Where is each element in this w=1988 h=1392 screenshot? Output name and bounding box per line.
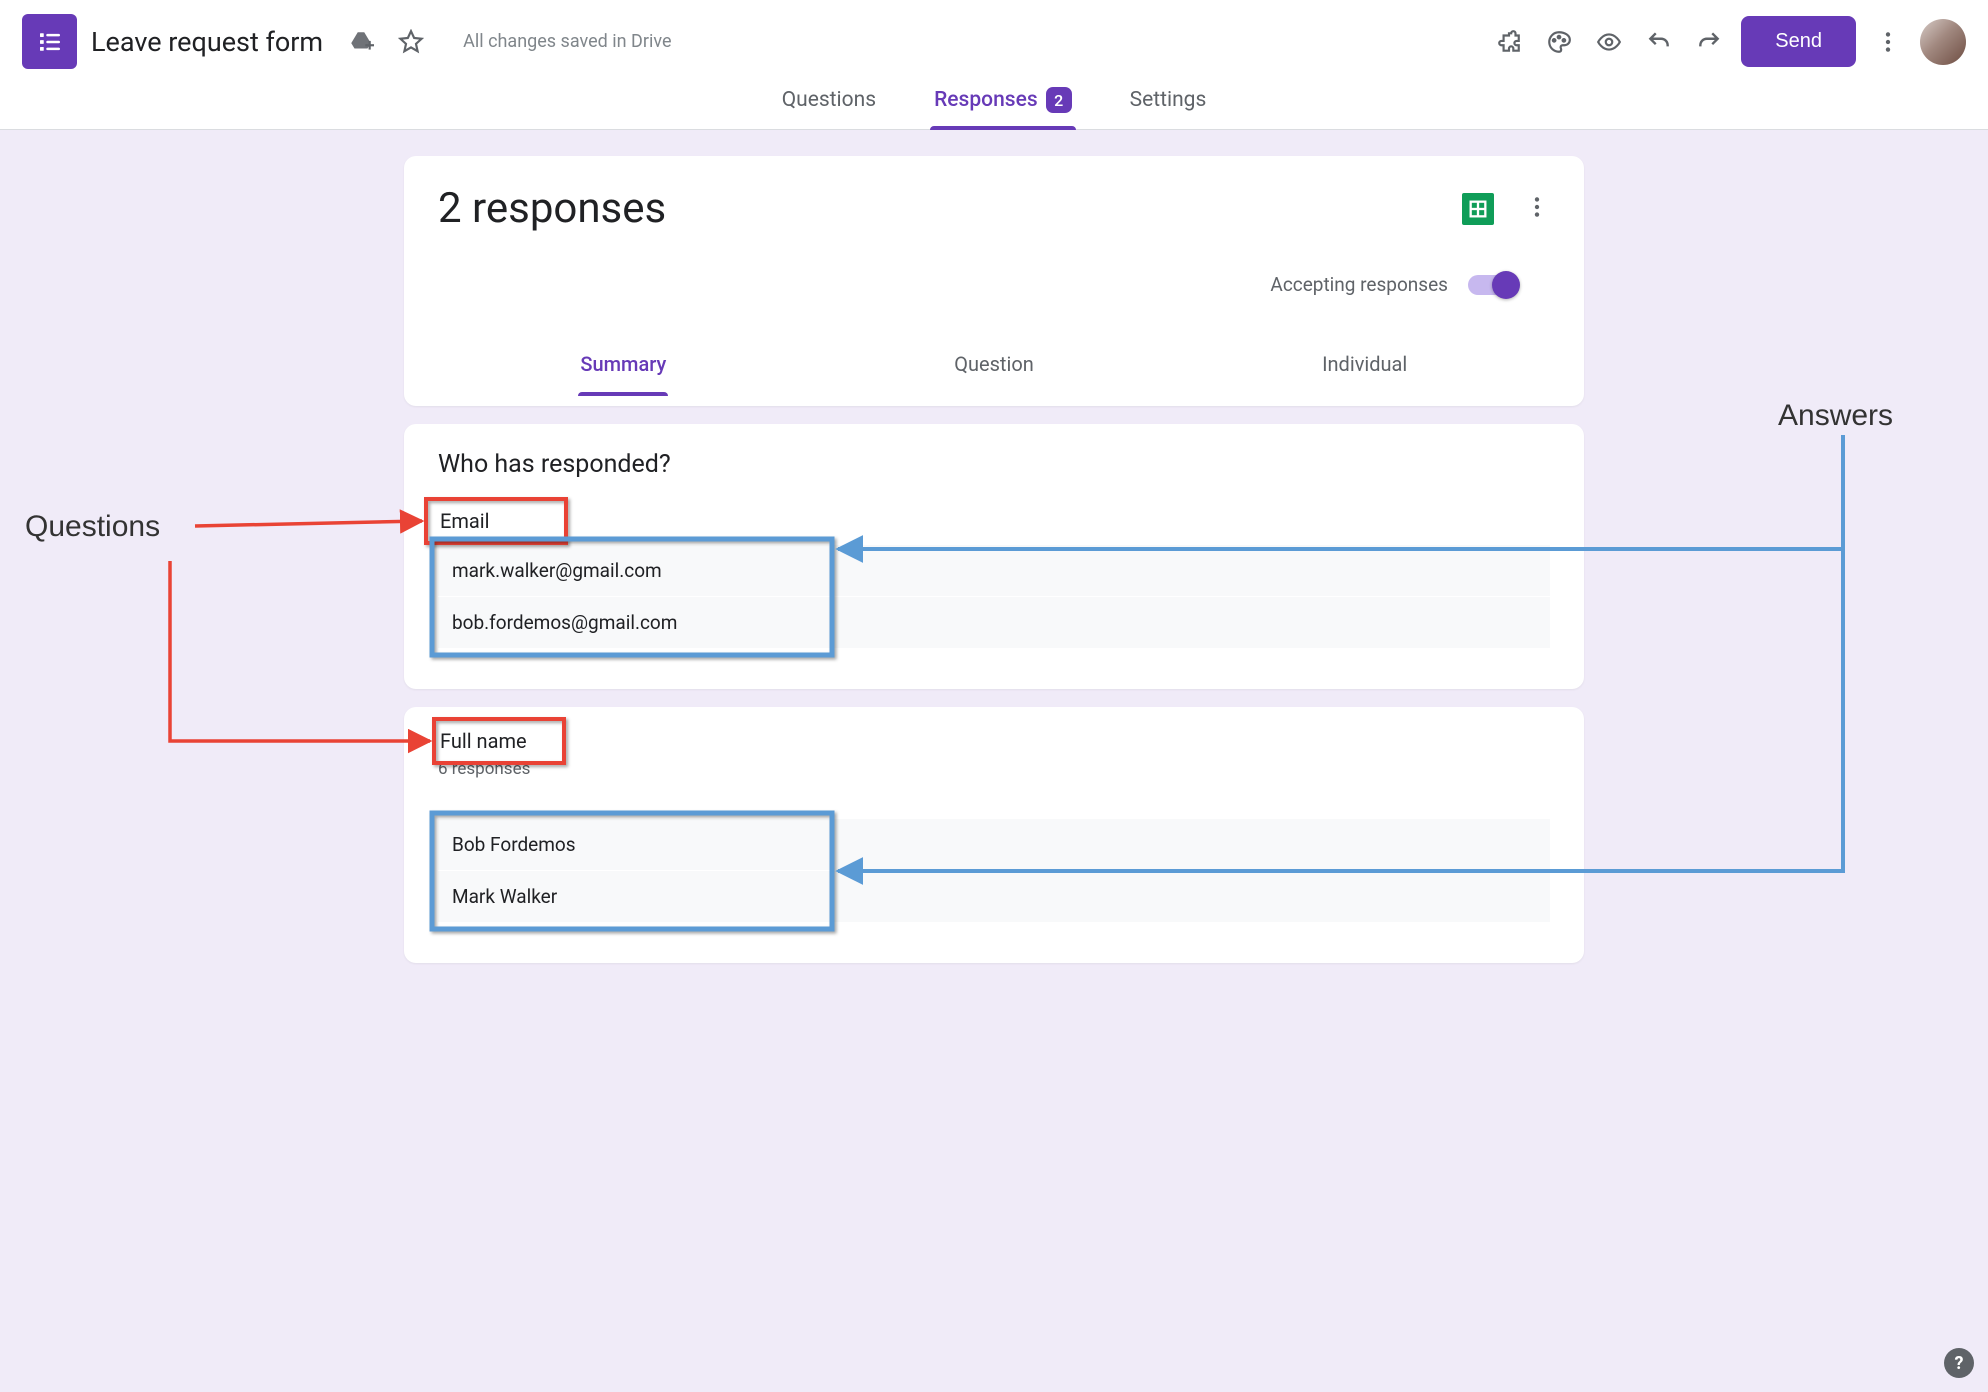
palette-icon[interactable] (1541, 24, 1577, 60)
accepting-responses-label: Accepting responses (1270, 273, 1448, 296)
responses-title: 2 responses (438, 184, 1462, 233)
page-column: 2 responses Accepting responses Summary … (404, 130, 1584, 1023)
tab-responses-label: Responses (934, 88, 1038, 112)
list-item: mark.walker@gmail.com (438, 545, 1550, 597)
tab-questions[interactable]: Questions (778, 79, 880, 129)
fullname-card: Full name 6 responses Bob Fordemos Mark … (404, 707, 1584, 963)
sheets-icon[interactable] (1462, 193, 1494, 225)
avatar[interactable] (1920, 19, 1966, 65)
responses-count-badge: 2 (1046, 87, 1072, 113)
document-title[interactable]: Leave request form (91, 26, 323, 58)
responses-more-icon[interactable] (1524, 194, 1550, 224)
subtab-individual[interactable]: Individual (1179, 338, 1550, 396)
forms-app-icon[interactable] (22, 14, 77, 69)
who-responded-title: Who has responded? (438, 450, 1550, 479)
list-item: bob.fordemos@gmail.com (438, 597, 1550, 649)
tab-settings[interactable]: Settings (1126, 79, 1211, 129)
list-item: Mark Walker (438, 871, 1550, 923)
subtab-question[interactable]: Question (809, 338, 1180, 396)
question-fullname-label: Full name (440, 729, 1550, 753)
question-email-label: Email (440, 509, 1550, 533)
responses-header-card: 2 responses Accepting responses Summary … (404, 156, 1584, 406)
send-button[interactable]: Send (1741, 16, 1856, 67)
redo-icon[interactable] (1691, 24, 1727, 60)
main-tabs: Questions Responses 2 Settings (0, 79, 1988, 130)
fullname-answers: Bob Fordemos Mark Walker (438, 819, 1550, 923)
list-item: Bob Fordemos (438, 819, 1550, 871)
eye-icon[interactable] (1591, 24, 1627, 60)
more-vert-icon[interactable] (1870, 24, 1906, 60)
star-icon[interactable] (393, 24, 429, 60)
subtab-summary[interactable]: Summary (438, 338, 809, 396)
tab-responses[interactable]: Responses 2 (930, 79, 1076, 129)
header-bar: Leave request form All changes saved in … (0, 0, 1988, 79)
who-responded-card: Who has responded? Email mark.walker@gma… (404, 424, 1584, 689)
help-icon[interactable]: ? (1944, 1348, 1974, 1378)
undo-icon[interactable] (1641, 24, 1677, 60)
email-answers: mark.walker@gmail.com bob.fordemos@gmail… (438, 545, 1550, 649)
fullname-response-count: 6 responses (438, 759, 1550, 779)
drive-add-icon[interactable] (343, 24, 379, 60)
svg-text:Answers: Answers (1778, 399, 1893, 432)
puzzle-icon[interactable] (1491, 24, 1527, 60)
accepting-responses-toggle[interactable] (1468, 275, 1516, 295)
svg-text:Questions: Questions (25, 510, 160, 543)
save-status: All changes saved in Drive (463, 31, 671, 52)
